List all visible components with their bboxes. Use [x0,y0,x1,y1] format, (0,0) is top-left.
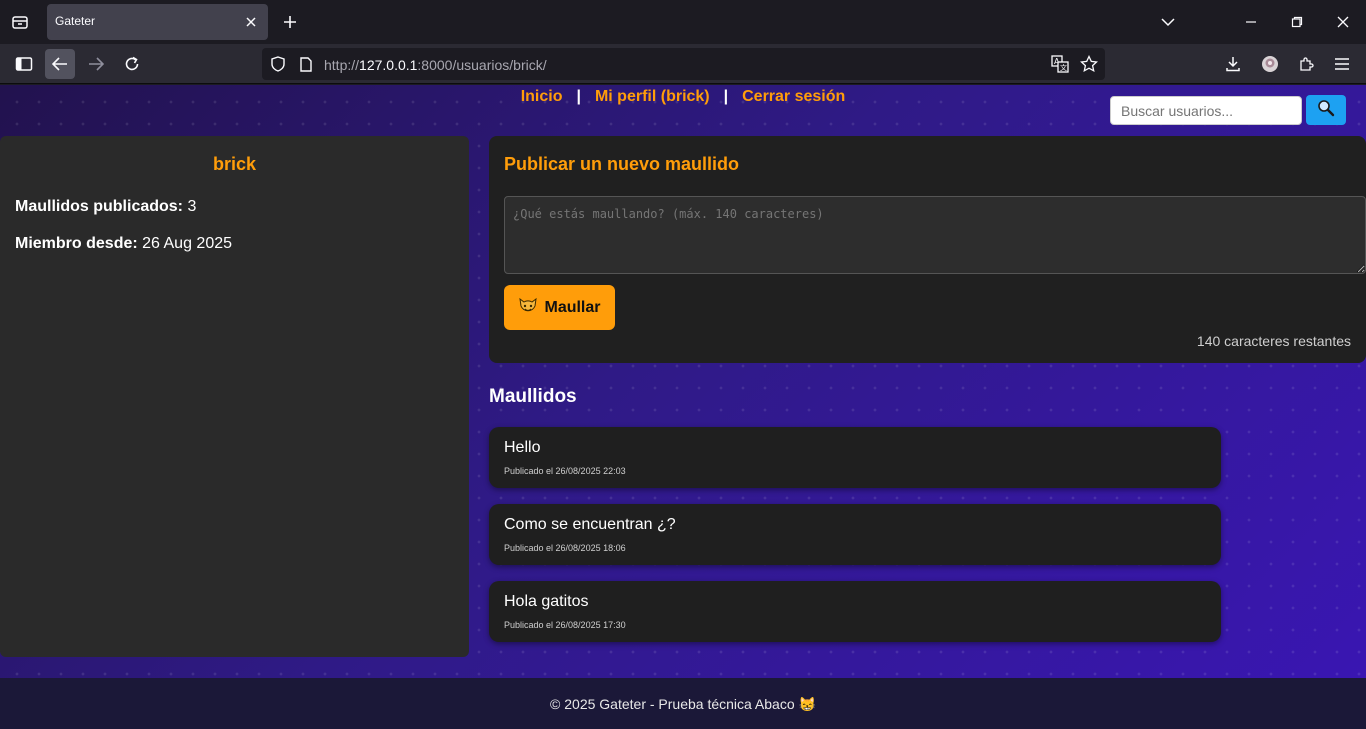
nav-link-logout[interactable]: Cerrar sesión [742,88,845,105]
account-avatar-icon[interactable] [1255,49,1285,79]
browser-tabbar: Gateter [0,0,1366,44]
url-text[interactable]: http://127.0.0.1:8000/usuarios/brick/ [324,57,547,73]
minimize-icon[interactable] [1239,10,1263,34]
url-path: :8000/usuarios/brick/ [417,57,547,73]
compose-title: Publicar un nuevo maullido [504,154,740,174]
svg-text:文: 文 [1060,63,1067,72]
post-card: Como se encuentran ¿? Publicado el 26/08… [489,504,1221,565]
back-arrow-icon[interactable] [45,49,75,79]
profile-member-line: Miembro desde: 26 Aug 2025 [15,235,232,253]
page-content: Inicio | Mi perfil (brick) | Cerrar sesión b… [0,85,1366,729]
url-scheme: http:// [324,57,360,73]
post-button[interactable]: Maullar [504,285,615,330]
feed-title: Maullidos [489,386,577,407]
close-window-icon[interactable] [1331,10,1355,34]
chevron-down-icon[interactable] [1156,10,1180,34]
close-tab-icon[interactable] [242,13,260,31]
extensions-icon[interactable] [1291,49,1321,79]
post-date: Publicado el 26/08/2025 17:30 [504,620,626,630]
tab-title: Gateter [55,14,96,28]
post-text: Hello [504,439,541,456]
tab-list-icon[interactable] [8,10,32,34]
translate-icon[interactable]: A文 [1050,54,1070,74]
footer-text: © 2025 Gateter - Prueba técnica Abaco 😸 [550,696,816,712]
compose-textarea[interactable] [504,196,1366,274]
post-text: Como se encuentran ¿? [504,516,676,533]
nav-link-home[interactable]: Inicio [521,88,563,105]
profile-posts-line: Maullidos publicados: 3 [15,198,196,216]
bookmark-star-icon[interactable] [1079,54,1099,74]
nav-separator: | [576,88,581,105]
post-card: Hello Publicado el 26/08/2025 22:03 [489,427,1221,488]
url-bar[interactable]: http://127.0.0.1:8000/usuarios/brick/ A文 [262,48,1105,80]
page-icon[interactable] [296,54,316,74]
menu-hamburger-icon[interactable] [1327,49,1357,79]
restore-icon[interactable] [1285,10,1309,34]
post-card: Hola gatitos Publicado el 26/08/2025 17:… [489,581,1221,642]
shield-icon[interactable] [268,54,288,74]
member-label: Miembro desde: [15,235,138,252]
search-users-input[interactable] [1110,96,1302,125]
nav-separator: | [723,88,729,105]
profile-card: brick Maullidos publicados: 3 Miembro de… [0,136,469,657]
site-footer: © 2025 Gateter - Prueba técnica Abaco 😸 [0,678,1366,729]
posts-count: 3 [187,198,197,215]
download-icon[interactable] [1218,49,1248,79]
profile-username: brick [212,154,257,174]
post-date: Publicado el 26/08/2025 22:03 [504,466,626,476]
post-date: Publicado el 26/08/2025 18:06 [504,543,626,553]
search-button[interactable] [1306,95,1346,125]
browser-tab-active[interactable]: Gateter [47,4,268,40]
browser-navbar: http://127.0.0.1:8000/usuarios/brick/ A文 [0,44,1366,84]
reload-icon[interactable] [117,49,147,79]
compose-card: Publicar un nuevo maullido Maullar 140 c… [489,136,1366,363]
post-button-label: Maullar [544,298,601,316]
sidebar-toggle-icon[interactable] [9,49,39,79]
member-since: 26 Aug 2025 [142,235,233,252]
posts-label: Maullidos publicados: [15,198,184,215]
magnifier-icon [1317,99,1335,122]
post-text: Hola gatitos [504,593,589,610]
char-count: 140 caracteres restantes [1196,333,1351,349]
new-tab-icon[interactable] [279,11,301,33]
nav-link-profile[interactable]: Mi perfil (brick) [595,88,710,105]
forward-arrow-icon[interactable] [81,49,111,79]
cat-face-icon [518,295,538,320]
url-host: 127.0.0.1 [359,57,418,73]
